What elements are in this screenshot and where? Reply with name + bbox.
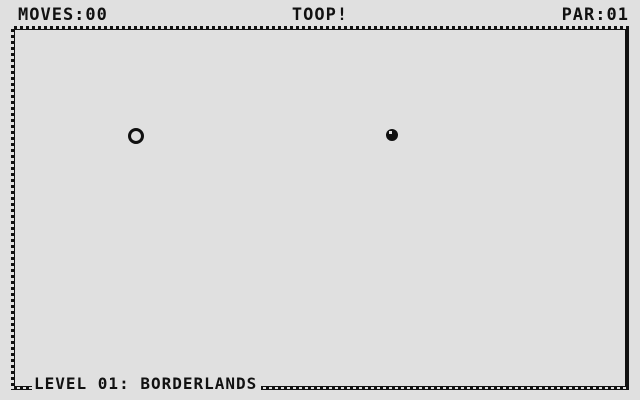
ball-shine (389, 131, 392, 134)
playfield[interactable] (11, 26, 629, 390)
level-label: LEVEL 01: BORDERLANDS (32, 376, 262, 392)
game-title: TOOP! (291, 5, 349, 25)
par-label: PAR: (561, 5, 607, 25)
par-value: 01 (606, 5, 629, 25)
par-counter: PAR:01 (562, 5, 629, 25)
hole-ring-icon (128, 128, 144, 144)
ball-icon[interactable] (386, 129, 398, 141)
